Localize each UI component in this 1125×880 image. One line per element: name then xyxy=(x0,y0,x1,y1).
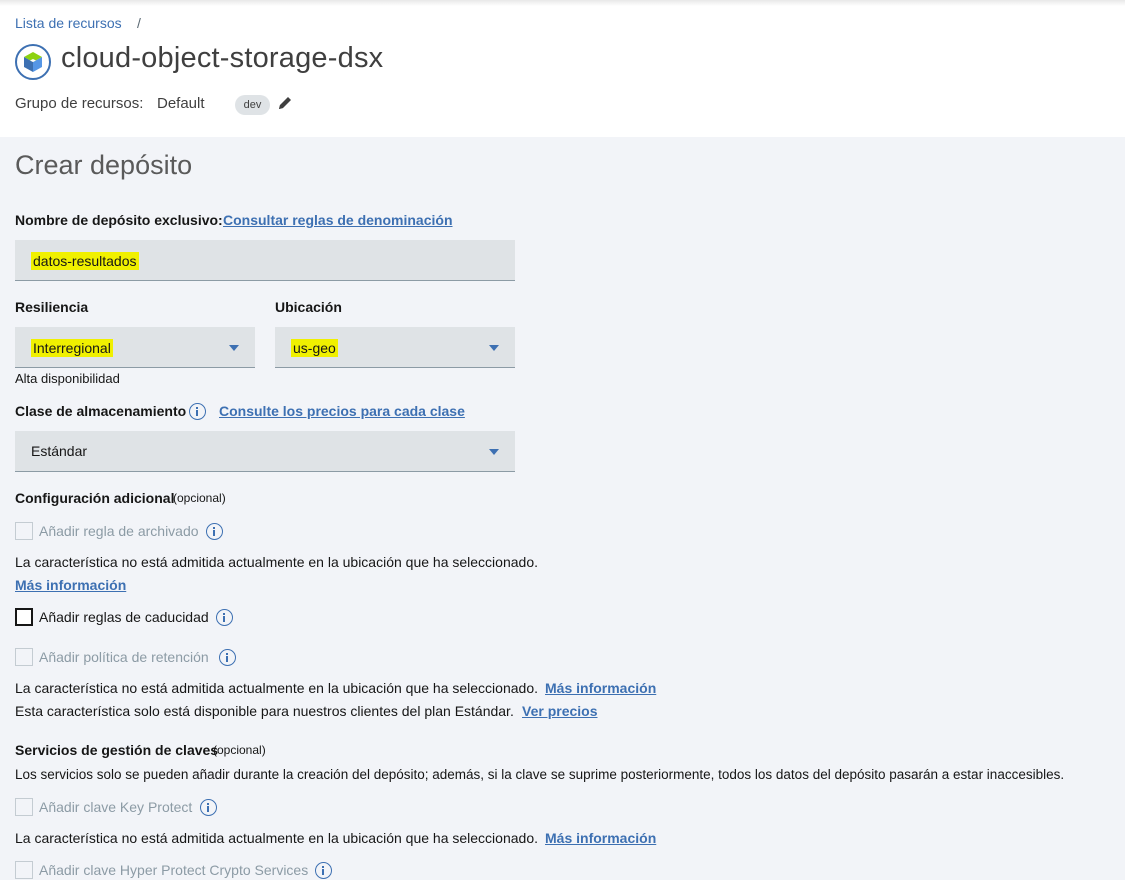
pricing-link[interactable]: Consulte los precios para cada clase xyxy=(219,403,465,419)
resource-group-value: Default xyxy=(157,95,205,112)
chevron-down-icon xyxy=(489,345,499,351)
archive-rule-label: Añadir regla de archivado xyxy=(39,523,199,539)
hyper-protect-label: Añadir clave Hyper Protect Crypto Servic… xyxy=(39,862,309,878)
header-shadow xyxy=(0,0,1125,6)
naming-rules-link[interactable]: Consultar reglas de denominación xyxy=(223,212,453,228)
expiration-rules-label: Añadir reglas de caducidad xyxy=(39,609,209,625)
storage-class-select[interactable]: Estándar xyxy=(15,431,515,472)
key-protect-unsupported-note: La característica no está admitida actua… xyxy=(15,830,538,846)
bucket-name-label: Nombre de depósito exclusivo: xyxy=(15,212,223,228)
resiliency-label: Resiliencia xyxy=(15,299,89,315)
resiliency-select[interactable]: Interregional xyxy=(15,327,255,368)
bucket-name-input[interactable]: datos-resultados xyxy=(15,240,515,281)
breadcrumb-resource-list[interactable]: Lista de recursos xyxy=(15,15,122,31)
storage-class-value: Estándar xyxy=(31,443,88,459)
tag-badge: dev xyxy=(235,95,270,115)
archive-more-info-link[interactable]: Más información xyxy=(15,577,126,593)
resiliency-value: Interregional xyxy=(31,339,113,357)
additional-config-optional: (opcional) xyxy=(173,491,226,505)
breadcrumb-separator: / xyxy=(137,15,141,31)
retention-policy-checkbox[interactable] xyxy=(15,648,33,666)
key-management-optional: (opcional) xyxy=(213,743,266,757)
info-icon[interactable] xyxy=(200,799,217,816)
info-icon[interactable] xyxy=(216,609,233,626)
expiration-rules-checkbox[interactable] xyxy=(15,608,33,626)
retention-more-info-link[interactable]: Más información xyxy=(545,680,656,696)
location-value: us-geo xyxy=(291,339,338,357)
key-protect-checkbox[interactable] xyxy=(15,798,33,816)
key-protect-more-info-link[interactable]: Más información xyxy=(545,830,656,846)
hyper-protect-checkbox[interactable] xyxy=(15,861,33,879)
bucket-name-value: datos-resultados xyxy=(31,252,139,270)
additional-config-label: Configuración adicional xyxy=(15,490,175,506)
info-icon[interactable] xyxy=(206,523,223,540)
info-icon[interactable] xyxy=(219,649,236,666)
resource-group-label: Grupo de recursos: xyxy=(15,95,144,112)
pencil-icon[interactable] xyxy=(277,95,293,116)
resource-header: Lista de recursos / cloud-object-storage… xyxy=(0,0,1125,137)
archive-unsupported-note: La característica no está admitida actua… xyxy=(15,554,538,570)
key-protect-label: Añadir clave Key Protect xyxy=(39,799,193,815)
page-title: cloud-object-storage-dsx xyxy=(61,42,384,74)
form-heading: Crear depósito xyxy=(15,150,193,180)
location-select[interactable]: us-geo xyxy=(275,327,515,368)
chevron-down-icon xyxy=(489,449,499,455)
location-label: Ubicación xyxy=(275,299,342,315)
info-icon[interactable] xyxy=(189,403,206,420)
storage-class-label: Clase de almacenamiento xyxy=(15,403,187,419)
view-pricing-link[interactable]: Ver precios xyxy=(522,703,598,719)
chevron-down-icon xyxy=(229,345,239,351)
resiliency-helper: Alta disponibilidad xyxy=(15,371,120,386)
key-management-label: Servicios de gestión de claves xyxy=(15,742,219,758)
retention-unsupported-note: La característica no está admitida actua… xyxy=(15,680,538,696)
retention-policy-label: Añadir política de retención xyxy=(39,649,209,665)
standard-plan-note: Esta característica solo está disponible… xyxy=(15,703,514,719)
object-storage-cube-icon xyxy=(15,44,51,80)
key-management-description: Los servicios solo se pueden añadir dura… xyxy=(15,767,1065,782)
archive-rule-checkbox[interactable] xyxy=(15,522,33,540)
info-icon[interactable] xyxy=(315,862,332,879)
